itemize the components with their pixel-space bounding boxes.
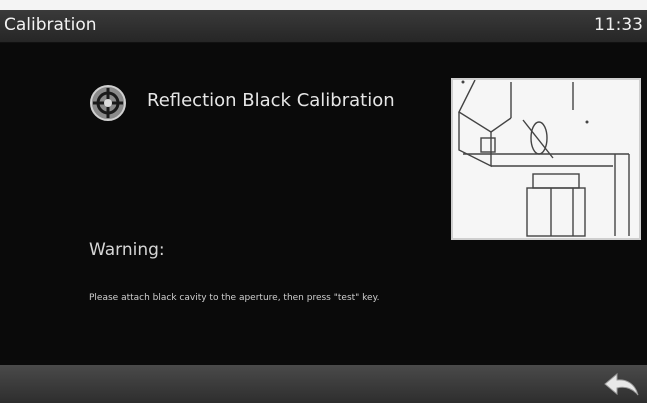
title-bar: Calibration 11:33 xyxy=(0,10,647,43)
window-title: Calibration xyxy=(4,15,97,35)
calibration-title: Reflection Black Calibration xyxy=(147,90,395,111)
calibration-screen: Calibration 11:33 Reflection Black Calib… xyxy=(0,10,647,403)
warning-label: Warning: xyxy=(89,240,165,260)
back-arrow-icon[interactable] xyxy=(601,368,641,400)
bottom-bar xyxy=(0,365,647,403)
target-icon xyxy=(90,85,126,121)
clock: 11:33 xyxy=(594,15,643,35)
instrument-diagram xyxy=(451,78,641,240)
instructions-text: Please attach black cavity to the apertu… xyxy=(89,293,380,303)
